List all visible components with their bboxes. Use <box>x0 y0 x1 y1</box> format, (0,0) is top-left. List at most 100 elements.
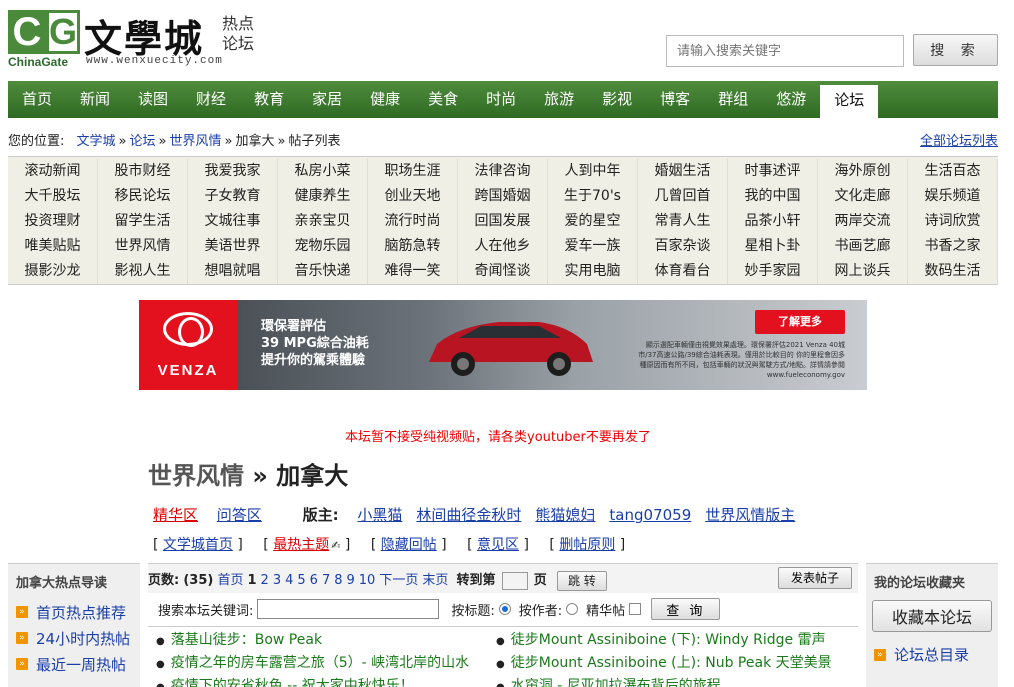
forum-directory-link[interactable]: » 论坛总目录 <box>874 644 969 665</box>
thread-row[interactable]: ● 落基山徒步：Bow Peak <box>156 629 498 652</box>
nav-item-5[interactable]: 家居 <box>298 81 356 118</box>
pager-page-link[interactable]: 4 <box>285 573 293 588</box>
category-link[interactable]: 爱的星空 <box>548 209 638 234</box>
pager-page-link[interactable]: 5 <box>297 573 305 588</box>
category-link[interactable]: 书香之家 <box>908 234 998 259</box>
site-logo[interactable]: C G ChinaGate www.wenxuecity.com 文學城 热点论… <box>8 10 268 70</box>
nav-item-6[interactable]: 健康 <box>356 81 414 118</box>
favorite-forum-button[interactable]: 收藏本论坛 <box>872 600 992 632</box>
jinghua-link[interactable]: 精华区 <box>153 506 198 524</box>
pager-last[interactable]: 末页 <box>422 573 448 588</box>
link-hot-topics[interactable]: 最热主题 <box>273 537 329 553</box>
category-link[interactable]: 亲亲宝贝 <box>278 209 368 234</box>
breadcrumb-world[interactable]: 世界风情 <box>170 134 222 149</box>
category-link[interactable]: 体育看台 <box>638 259 728 284</box>
category-link[interactable]: 生于70's <box>548 184 638 209</box>
nav-item-12[interactable]: 群组 <box>704 81 762 118</box>
category-link[interactable]: 人到中年 <box>548 159 638 184</box>
nav-item-9[interactable]: 旅游 <box>530 81 588 118</box>
thread-title-link[interactable]: 疫情下的安省秋色 -- 祝大家中秋快乐！ <box>171 678 414 687</box>
by-title-radio[interactable] <box>498 603 511 615</box>
category-link[interactable]: 影视人生 <box>98 259 188 284</box>
nav-item-1[interactable]: 新闻 <box>66 81 124 118</box>
category-link[interactable]: 唯美贴贴 <box>8 234 98 259</box>
breadcrumb-forum[interactable]: 论坛 <box>130 134 156 149</box>
category-link[interactable]: 书画艺廊 <box>818 234 908 259</box>
pager-next[interactable]: 下一页 <box>379 573 418 588</box>
nav-item-0[interactable]: 首页 <box>8 81 66 118</box>
category-link[interactable]: 爱车一族 <box>548 234 638 259</box>
query-button[interactable]: 查 询 <box>651 598 721 620</box>
moderator-link[interactable]: 世界风情版主 <box>705 506 795 524</box>
category-link[interactable]: 我的中国 <box>728 184 818 209</box>
category-link[interactable]: 私房小菜 <box>278 159 368 184</box>
all-forums-link[interactable]: 全部论坛列表 <box>920 130 998 149</box>
category-link[interactable]: 网上谈兵 <box>818 259 908 284</box>
nav-item-8[interactable]: 时尚 <box>472 81 530 118</box>
pager-page-link[interactable]: 6 <box>310 573 318 588</box>
thread-row[interactable]: ● 徒步Mount Assiniboine (下): Windy Ridge 雷声 <box>496 629 856 652</box>
category-link[interactable]: 留学生活 <box>98 209 188 234</box>
thread-title-link[interactable]: 徒步Mount Assiniboine (下): Windy Ridge 雷声 <box>511 632 826 648</box>
category-link[interactable]: 奇闻怪谈 <box>458 259 548 284</box>
moderator-link[interactable]: tang07059 <box>609 506 691 524</box>
thread-title-link[interactable]: 落基山徒步：Bow Peak <box>171 632 322 648</box>
category-link[interactable]: 难得一笑 <box>368 259 458 284</box>
nav-item-3[interactable]: 财经 <box>182 81 240 118</box>
category-link[interactable]: 诗词欣赏 <box>908 209 998 234</box>
link-hide-replies[interactable]: 隐藏回帖 <box>381 537 437 553</box>
hot-homepage-link[interactable]: » 首页热点推荐 <box>8 599 140 625</box>
thread-row[interactable]: ● 疫情下的安省秋色 -- 祝大家中秋快乐！ <box>156 675 498 687</box>
nav-item-2[interactable]: 读图 <box>124 81 182 118</box>
breadcrumb-wenxuecity[interactable]: 文学城 <box>77 134 116 149</box>
hot-24h-link[interactable]: » 24小时内热帖 <box>8 625 140 651</box>
thread-title-link[interactable]: 疫情之年的房车露营之旅（5）- 峡湾北岸的山水 <box>171 655 469 671</box>
pager-page-link[interactable]: 3 <box>273 573 281 588</box>
keyword-input[interactable] <box>257 599 440 619</box>
category-link[interactable]: 文城往事 <box>188 209 278 234</box>
forum-parent-title[interactable]: 世界风情 <box>148 462 244 490</box>
nav-item-7[interactable]: 美食 <box>414 81 472 118</box>
pager-goto-button[interactable]: 跳 转 <box>556 570 607 591</box>
category-link[interactable]: 妙手家园 <box>728 259 818 284</box>
category-link[interactable]: 常青人生 <box>638 209 728 234</box>
category-link[interactable]: 健康养生 <box>278 184 368 209</box>
category-link[interactable]: 法律咨询 <box>458 159 548 184</box>
category-link[interactable]: 品茶小轩 <box>728 209 818 234</box>
site-search-input[interactable] <box>666 35 904 67</box>
jinghua-checkbox[interactable] <box>629 603 642 615</box>
ad-learn-more-button[interactable]: 了解更多 <box>755 310 845 334</box>
pager-page-link[interactable]: 9 <box>347 573 355 588</box>
wenda-link[interactable]: 问答区 <box>217 506 262 524</box>
category-link[interactable]: 跨国婚姻 <box>458 184 548 209</box>
category-link[interactable]: 想唱就唱 <box>188 259 278 284</box>
category-link[interactable]: 大千股坛 <box>8 184 98 209</box>
nav-item-14[interactable]: 论坛 <box>820 85 879 118</box>
category-link[interactable]: 我爱我家 <box>188 159 278 184</box>
thread-title-link[interactable]: 徒步Mount Assiniboine (上): Nub Peak 天堂美景 <box>511 655 832 671</box>
pager-page-link[interactable]: 8 <box>334 573 342 588</box>
moderator-link[interactable]: 小黑猫 <box>357 506 402 524</box>
thread-title-link[interactable]: 水帘洞 - 尼亚加拉瀑布背后的旅程 <box>511 678 721 687</box>
category-link[interactable]: 创业天地 <box>368 184 458 209</box>
by-author-radio[interactable] <box>566 603 579 615</box>
moderator-link[interactable]: 林间曲径金秋时 <box>416 506 521 524</box>
link-delete-rules[interactable]: 删帖原则 <box>559 537 615 553</box>
pager-goto-input[interactable] <box>501 571 528 590</box>
category-link[interactable]: 百家杂谈 <box>638 234 728 259</box>
category-link[interactable]: 人在他乡 <box>458 234 548 259</box>
category-link[interactable]: 投资理财 <box>8 209 98 234</box>
category-link[interactable]: 数码生活 <box>908 259 998 284</box>
pager-first[interactable]: 首页 <box>217 573 243 588</box>
category-link[interactable]: 音乐快递 <box>278 259 368 284</box>
hot-week-link[interactable]: » 最近一周热帖 <box>8 651 140 677</box>
thread-row[interactable]: ● 疫情之年的房车露营之旅（5）- 峡湾北岸的山水 <box>156 652 498 675</box>
category-link[interactable]: 实用电脑 <box>548 259 638 284</box>
category-link[interactable]: 移民论坛 <box>98 184 188 209</box>
category-link[interactable]: 回国发展 <box>458 209 548 234</box>
category-link[interactable]: 股市财经 <box>98 159 188 184</box>
nav-item-10[interactable]: 影视 <box>588 81 646 118</box>
nav-item-4[interactable]: 教育 <box>240 81 298 118</box>
category-link[interactable]: 世界风情 <box>98 234 188 259</box>
pager-page-link[interactable]: 10 <box>359 573 376 588</box>
